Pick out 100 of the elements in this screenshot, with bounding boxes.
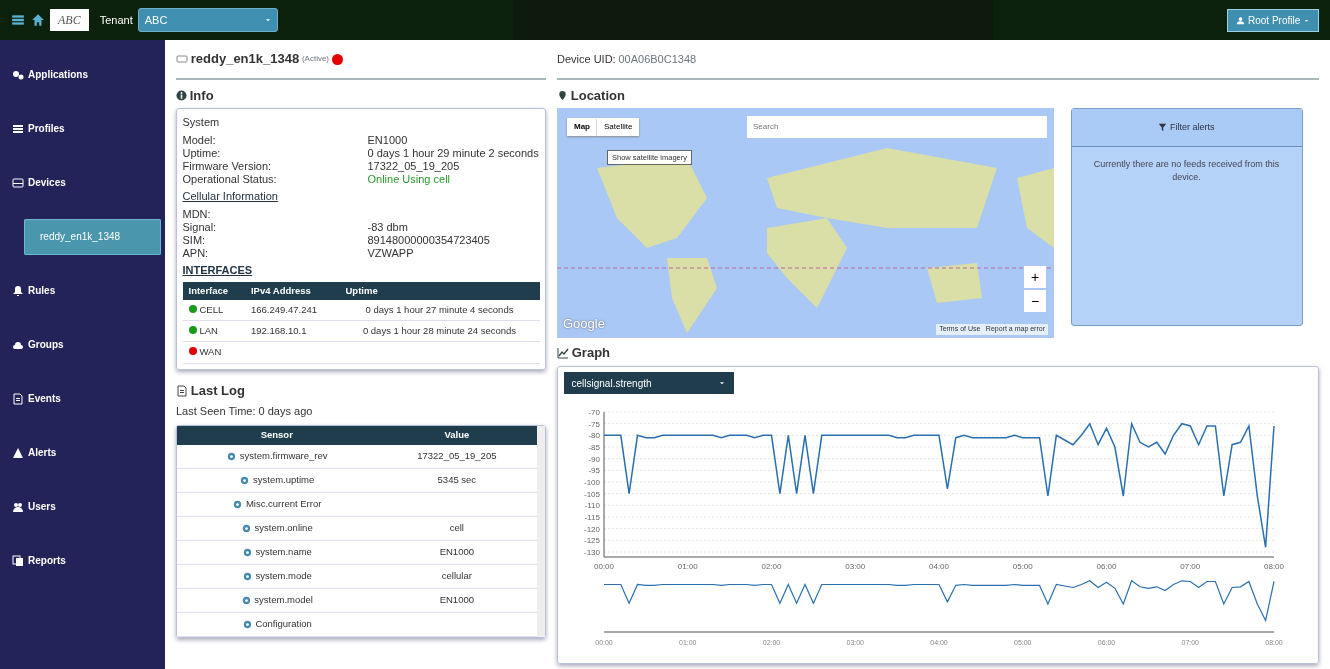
tick-label: -120 (583, 524, 600, 534)
sensor-name: system.name (255, 546, 312, 558)
drive-icon (176, 53, 188, 65)
line-chart-icon (557, 347, 569, 359)
table-cell: 166.249.47.241 (245, 299, 340, 321)
column-header: Interface (182, 281, 245, 300)
copy-icon (12, 554, 24, 567)
table-cell: 0 days 1 hour 27 minute 4 seconds (339, 299, 540, 321)
home-icon (30, 13, 45, 27)
info-icon (176, 89, 187, 101)
sensor-name: system.online (254, 522, 313, 534)
sidebar-item[interactable]: Groups (0, 326, 165, 363)
document-icon (176, 384, 188, 397)
map-type-toggle[interactable]: Map (567, 117, 597, 136)
section-title: Last Log (190, 382, 245, 400)
tick-label: 04:00 (928, 562, 949, 571)
uid-label: Device UID: (557, 51, 616, 67)
tick-label: 08:00 (1263, 562, 1284, 571)
tick-label: -70 (587, 408, 600, 417)
sidebar-item[interactable]: Applications (0, 56, 165, 93)
tick-label: -100 (583, 478, 600, 487)
tick-label: 03:00 (844, 562, 865, 571)
user-icon (1236, 15, 1246, 25)
tick-label: -115 (584, 513, 600, 522)
map-brand: Google (563, 315, 605, 334)
tick-label: -105 (583, 489, 600, 499)
filter-alerts-button[interactable]: Filter alerts (1071, 108, 1302, 147)
interface-name: CELL (199, 303, 224, 315)
section-link[interactable]: INTERFACES (182, 262, 540, 279)
sensor-name: Configuration (255, 618, 312, 630)
sidebar-item[interactable]: Profiles (0, 110, 165, 147)
table-cell: 192.168.10.1 (245, 320, 340, 342)
uid-value: 00A06B0C1348 (618, 51, 697, 67)
sidebar-item[interactable]: Devices (0, 164, 165, 201)
tick-label: 00:00 (593, 562, 614, 571)
column-header: Value (376, 426, 538, 445)
sidebar-item[interactable]: Rules (0, 272, 165, 309)
tick-label: -130 (583, 548, 600, 557)
sidebar-item[interactable]: Reports (0, 542, 165, 579)
column-header: IPv4 Address (245, 281, 340, 300)
tick-label: 01:00 (677, 562, 698, 571)
section-label: System (182, 115, 221, 131)
map-type-toggle[interactable]: Satellite (597, 117, 640, 136)
tick-label: 05:00 (1012, 562, 1033, 571)
tenant-select[interactable]: ABC (138, 8, 279, 32)
interface-name: WAN (199, 346, 222, 358)
map-pin-icon (557, 89, 568, 101)
sidebar-item[interactable]: Users (0, 488, 165, 525)
metric-select[interactable]: cellsignal.strength (563, 372, 734, 394)
column-header: Sensor (177, 426, 377, 445)
field-label: SIM: (182, 233, 207, 247)
section-title: Graph (571, 344, 611, 363)
logo: ABC (50, 9, 89, 31)
field-label: Signal: (182, 220, 218, 234)
field-value: Online Using cell (367, 172, 452, 186)
sensor-name: system.mode (255, 570, 312, 582)
section-title: Location (570, 86, 625, 105)
tick-label: -125 (583, 536, 600, 546)
tick-label: -85 (587, 443, 600, 452)
tick-label: 06:00 (1096, 562, 1116, 571)
map-search-field[interactable]: Search (747, 115, 1047, 138)
tick-label: 02:00 (761, 562, 781, 571)
profile-button[interactable]: Root Profile (1227, 8, 1319, 32)
tick-label: 07:00 (1179, 562, 1200, 571)
tick-label: -80 (587, 431, 600, 441)
scrollbar[interactable] (537, 426, 545, 637)
tick-label: -95 (587, 466, 600, 476)
section-title: Info (189, 86, 214, 105)
sensor-name: system.firmware_rev (239, 450, 328, 462)
field-label: Uptime: (182, 146, 222, 160)
device-state: (Active) (301, 53, 330, 65)
column-header: Uptime (339, 281, 540, 300)
tick-label: -75 (587, 419, 600, 429)
filter-icon (1158, 122, 1168, 132)
field-value: -83 dbm (367, 220, 409, 234)
sensor-name: system.model (254, 594, 313, 606)
sensor-name: Misc.current Error (245, 498, 322, 510)
list-icon (12, 122, 24, 135)
sidebar-item[interactable]: Alerts (0, 434, 165, 471)
table-cell: 0 days 1 hour 28 minute 24 seconds (339, 320, 540, 342)
zoom-out-button[interactable]: − (1024, 289, 1046, 312)
field-value: 17322_05_19_205 (367, 159, 461, 173)
field-value: 0 days 1 hour 29 minute 2 seconds (367, 146, 540, 160)
warning-icon (12, 446, 24, 459)
field-label: Firmware Version: (182, 159, 273, 173)
tick-label: -90 (587, 454, 600, 464)
field-value: EN1000 (367, 133, 409, 147)
drive-icon (12, 176, 24, 189)
field-label: Model: (182, 133, 217, 147)
zoom-in-button[interactable]: + (1024, 265, 1046, 288)
menu-icon (11, 13, 25, 27)
last-seen-text: Last Seen Time: 0 days ago (176, 404, 314, 420)
alerts-message: Currently there are no feeds received from this device. (1092, 157, 1281, 185)
caret-icon (717, 379, 726, 387)
sidebar-item[interactable]: Events (0, 380, 165, 417)
field-label: Operational Status: (182, 172, 278, 186)
field-value: VZWAPP (367, 246, 415, 260)
section-link[interactable]: Cellular Information (182, 188, 540, 205)
users-icon (12, 500, 24, 513)
field-value: 89148000000354723405 (367, 233, 491, 247)
